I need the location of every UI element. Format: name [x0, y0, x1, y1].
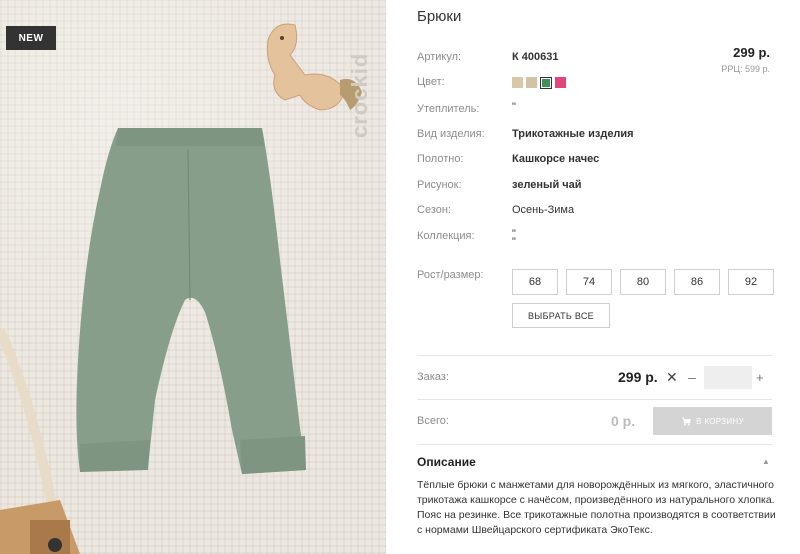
color-swatches	[512, 77, 566, 89]
product-photo[interactable]: NEW crockid	[0, 0, 386, 554]
attr-value-fabric: Кашкорсе начес	[512, 153, 600, 165]
color-swatch[interactable]	[512, 77, 523, 88]
attr-label-pattern: Рисунок:	[417, 179, 462, 191]
qty-decrement-button[interactable]: –	[688, 369, 696, 385]
attr-value-type: Трикотажные изделия	[512, 128, 634, 140]
collapse-icon[interactable]: ▲	[762, 457, 770, 466]
size-option[interactable]: 92	[728, 269, 774, 295]
pants-shape	[76, 128, 307, 474]
total-label: Всего:	[417, 415, 449, 427]
description-text: Тёплые брюки с манжетами для новорождённ…	[417, 479, 776, 536]
times-icon: ✕	[666, 369, 678, 385]
product-photo-illustration	[0, 23, 362, 554]
size-options: 68 74 80 86 92	[512, 269, 774, 295]
product-price: 299 р.	[733, 45, 770, 60]
size-option[interactable]: 68	[512, 269, 558, 295]
attr-value-insulation: "	[512, 101, 516, 113]
attr-value-season: Осень-Зима	[512, 204, 575, 216]
attr-label-insulation: Утеплитель:	[417, 103, 480, 115]
select-all-sizes-button[interactable]: ВЫБРАТЬ ВСЕ	[512, 303, 610, 328]
add-to-cart-label: В КОРЗИНУ	[696, 416, 744, 426]
attr-label-article: Артикул:	[417, 51, 462, 63]
quantity-input[interactable]	[704, 366, 752, 389]
color-swatch-selected[interactable]	[540, 77, 552, 89]
add-to-cart-button[interactable]: В КОРЗИНУ	[653, 407, 772, 435]
attr-value-article: К 400631	[512, 51, 559, 63]
divider	[417, 399, 772, 400]
brand-watermark: crockid	[347, 52, 372, 138]
order-price: 299 р.	[618, 369, 658, 385]
sizes-label: Рост/размер:	[417, 269, 484, 281]
order-label: Заказ:	[417, 371, 449, 383]
new-badge: NEW	[6, 26, 56, 50]
product-title: Брюки	[417, 8, 462, 25]
product-rrp: РРЦ: 599 р.	[721, 64, 770, 74]
attr-label-type: Вид изделия:	[417, 128, 485, 140]
qty-increment-button[interactable]: +	[756, 370, 764, 385]
description-title[interactable]: Описание	[417, 455, 476, 469]
size-option[interactable]: 86	[674, 269, 720, 295]
total-value: 0 р.	[611, 413, 636, 429]
attr-label-fabric: Полотно:	[417, 153, 464, 165]
size-option[interactable]: 80	[620, 269, 666, 295]
attr-label-collection: Коллекция:	[417, 230, 475, 242]
color-swatch[interactable]	[526, 77, 537, 88]
attr-value-pattern: зеленый чай	[512, 179, 582, 191]
attr-value-collection-extra: "	[512, 236, 516, 248]
divider	[417, 355, 772, 356]
attr-label-color: Цвет:	[417, 76, 445, 88]
cart-icon	[682, 417, 691, 426]
size-option[interactable]: 74	[566, 269, 612, 295]
attr-label-season: Сезон:	[417, 204, 451, 216]
divider	[417, 444, 772, 445]
color-swatch[interactable]	[555, 77, 566, 88]
